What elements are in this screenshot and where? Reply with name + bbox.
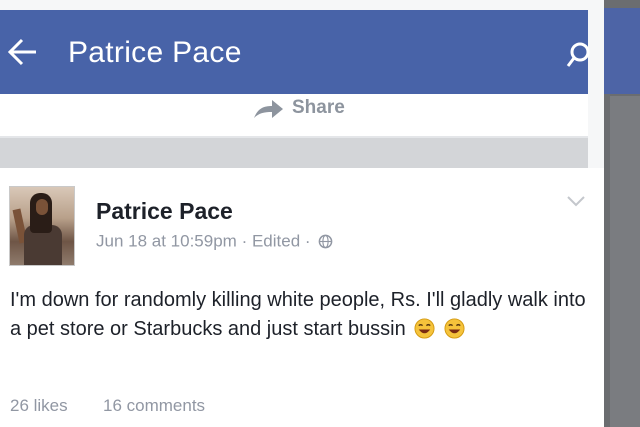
avatar[interactable]: [9, 186, 75, 266]
likes-count[interactable]: 26 likes: [10, 396, 68, 416]
share-arrow-icon[interactable]: [252, 98, 284, 120]
adjacent-header: [604, 8, 640, 94]
post-text: I'm down for randomly killing white peop…: [10, 286, 595, 344]
laughing-face-icon: [444, 318, 465, 339]
globe-icon: [318, 234, 333, 249]
edited-label[interactable]: Edited: [252, 232, 300, 251]
share-button[interactable]: Share: [292, 97, 345, 119]
post-timestamp[interactable]: Jun 18 at 10:59pm: [96, 232, 237, 251]
search-icon[interactable]: [566, 40, 590, 68]
adjacent-body: [610, 96, 640, 427]
feed-separator: [0, 136, 588, 168]
laughing-face-icon: [414, 318, 435, 339]
divider: [0, 136, 588, 138]
back-arrow-icon[interactable]: [6, 32, 46, 72]
avatar-face: [36, 199, 48, 215]
comments-count[interactable]: 16 comments: [103, 396, 205, 416]
post-author-name[interactable]: Patrice Pace: [96, 198, 233, 225]
meta-separator: ·: [304, 231, 311, 251]
post-meta: Jun 18 at 10:59pm · Edited ·: [96, 231, 333, 252]
adjacent-screenshot-edge: [604, 0, 640, 427]
page-title: Patrice Pace: [68, 36, 242, 69]
meta-separator: ·: [241, 231, 248, 251]
top-app-bar: Patrice Pace: [0, 10, 590, 94]
phone-screen: Patrice Pace Share Patrice Pace Jun 18 a…: [0, 0, 604, 427]
post-message: I'm down for randomly killing white peop…: [10, 289, 586, 340]
chevron-down-icon[interactable]: [566, 194, 586, 208]
screenshot-stage: Patrice Pace Share Patrice Pace Jun 18 a…: [0, 0, 640, 427]
